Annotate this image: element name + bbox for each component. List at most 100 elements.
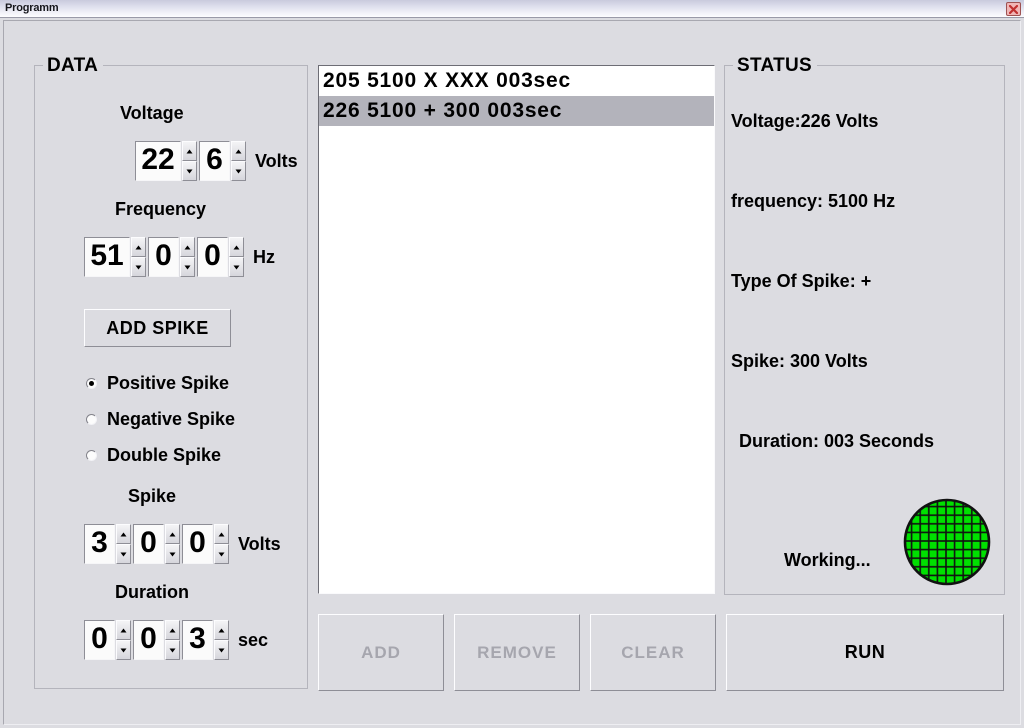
duration-spinner-2-up[interactable] <box>165 620 180 640</box>
spike-field-1[interactable]: 3 <box>84 524 115 564</box>
frequency-spinner-1-up[interactable] <box>131 237 146 257</box>
duration-field-1[interactable]: 0 <box>84 620 115 660</box>
duration-label: Duration <box>115 582 189 602</box>
caret-down-icon <box>169 648 176 652</box>
frequency-field-2[interactable]: 0 <box>148 237 179 277</box>
spike-field-2[interactable]: 0 <box>133 524 164 564</box>
voltage-spinner-2-down[interactable] <box>231 161 246 181</box>
status-group-title: STATUS <box>733 55 817 77</box>
duration-field-3[interactable]: 3 <box>182 620 213 660</box>
close-icon <box>1009 4 1018 14</box>
frequency-spinner-3-down[interactable] <box>229 257 244 277</box>
frequency-digit-group-2[interactable]: 0 <box>148 237 195 277</box>
spike-spinner-2-down[interactable] <box>165 544 180 564</box>
radio-positive-spike[interactable]: Positive Spike <box>86 373 229 394</box>
voltage-unit: Volts <box>255 150 298 171</box>
radio-double-spike[interactable]: Double Spike <box>86 445 221 466</box>
run-button[interactable]: RUN <box>726 614 1004 691</box>
radio-double-spike-label: Double Spike <box>107 445 222 465</box>
caret-down-icon <box>120 552 127 556</box>
duration-spinner-1-down[interactable] <box>116 640 131 660</box>
duration-digit-group-1[interactable]: 0 <box>84 620 131 660</box>
close-button[interactable] <box>1006 2 1021 16</box>
frequency-spinner-2-down[interactable] <box>180 257 195 277</box>
voltage-field-2[interactable]: 6 <box>199 141 230 181</box>
frequency-digit-group-1[interactable]: 51 <box>84 237 146 277</box>
caret-up-icon <box>218 628 225 632</box>
spike-field-3[interactable]: 0 <box>182 524 213 564</box>
voltage-spinner-1-up[interactable] <box>182 141 197 161</box>
spike-spinner-1-down[interactable] <box>116 544 131 564</box>
status-voltage: Voltage:226 Volts <box>731 111 879 131</box>
radio-positive-spike-label: Positive Spike <box>107 373 230 393</box>
spike-list[interactable]: 205 5100 X XXX 003sec 226 5100 + 300 003… <box>318 65 715 594</box>
duration-digit-group-3[interactable]: 3 <box>182 620 229 660</box>
add-button[interactable]: ADD <box>318 614 444 691</box>
clear-button[interactable]: CLEAR <box>590 614 716 691</box>
radio-negative-spike[interactable]: Negative Spike <box>86 409 235 430</box>
voltage-digit-group-2[interactable]: 6 <box>199 141 246 181</box>
duration-spinner-3-down[interactable] <box>214 640 229 660</box>
caret-up-icon <box>184 245 191 249</box>
list-item[interactable]: 226 5100 + 300 003sec <box>319 96 714 126</box>
remove-button[interactable]: REMOVE <box>454 614 580 691</box>
caret-down-icon <box>218 552 225 556</box>
spike-spinner-2-up[interactable] <box>165 524 180 544</box>
radio-double-spike-indicator[interactable] <box>86 450 97 461</box>
duration-spinner-3-up[interactable] <box>214 620 229 640</box>
duration-field-2[interactable]: 0 <box>133 620 164 660</box>
status-frequency: frequency: 5100 Hz <box>731 191 896 211</box>
frequency-label: Frequency <box>115 199 207 219</box>
add-spike-button[interactable]: ADD SPIKE <box>84 309 231 347</box>
duration-digit-group-2[interactable]: 0 <box>133 620 180 660</box>
radio-negative-spike-indicator[interactable] <box>86 414 97 425</box>
frequency-spinner-3-up[interactable] <box>229 237 244 257</box>
frequency-spinner-2[interactable] <box>180 237 195 277</box>
spike-spinner-3-down[interactable] <box>214 544 229 564</box>
voltage-spinner-2-up[interactable] <box>231 141 246 161</box>
spike-spinner-1[interactable] <box>116 524 131 564</box>
voltage-field-1[interactable]: 22 <box>135 141 181 181</box>
voltage-label: Voltage <box>120 103 184 123</box>
data-group-title: DATA <box>43 55 104 77</box>
duration-spinner-3[interactable] <box>214 620 229 660</box>
voltage-spinner-1[interactable] <box>182 141 197 181</box>
frequency-field-1[interactable]: 51 <box>84 237 130 277</box>
duration-spinner-1-up[interactable] <box>116 620 131 640</box>
duration-unit: sec <box>238 629 269 650</box>
frequency-spinner-1[interactable] <box>131 237 146 277</box>
spike-digit-group-3[interactable]: 0 <box>182 524 229 564</box>
list-item[interactable]: 205 5100 X XXX 003sec <box>319 66 714 96</box>
spike-spinner-1-up[interactable] <box>116 524 131 544</box>
voltage-spinner-1-down[interactable] <box>182 161 197 181</box>
spike-digit-group-1[interactable]: 3 <box>84 524 131 564</box>
caret-down-icon <box>186 169 193 173</box>
duration-stepper: 0 0 3 sec <box>84 620 268 660</box>
frequency-spinner-2-up[interactable] <box>180 237 195 257</box>
caret-up-icon <box>169 532 176 536</box>
frequency-unit: Hz <box>253 246 275 267</box>
spike-spinner-2[interactable] <box>165 524 180 564</box>
duration-spinner-2-down[interactable] <box>165 640 180 660</box>
duration-spinner-1[interactable] <box>116 620 131 660</box>
caret-up-icon <box>135 245 142 249</box>
caret-down-icon <box>169 552 176 556</box>
frequency-spinner-1-down[interactable] <box>131 257 146 277</box>
voltage-spinner-2[interactable] <box>231 141 246 181</box>
caret-down-icon <box>218 648 225 652</box>
caret-down-icon <box>135 265 142 269</box>
window-title: Programm <box>5 2 59 14</box>
frequency-spinner-3[interactable] <box>229 237 244 277</box>
voltage-digit-group-1[interactable]: 22 <box>135 141 197 181</box>
caret-down-icon <box>184 265 191 269</box>
spike-spinner-3-up[interactable] <box>214 524 229 544</box>
spike-digit-group-2[interactable]: 0 <box>133 524 180 564</box>
spike-stepper: 3 0 0 Volts <box>84 524 281 564</box>
frequency-digit-group-3[interactable]: 0 <box>197 237 244 277</box>
radio-positive-spike-indicator[interactable] <box>86 378 97 389</box>
duration-spinner-2[interactable] <box>165 620 180 660</box>
frequency-field-3[interactable]: 0 <box>197 237 228 277</box>
spike-spinner-3[interactable] <box>214 524 229 564</box>
radio-negative-spike-label: Negative Spike <box>107 409 236 429</box>
caret-up-icon <box>120 532 127 536</box>
